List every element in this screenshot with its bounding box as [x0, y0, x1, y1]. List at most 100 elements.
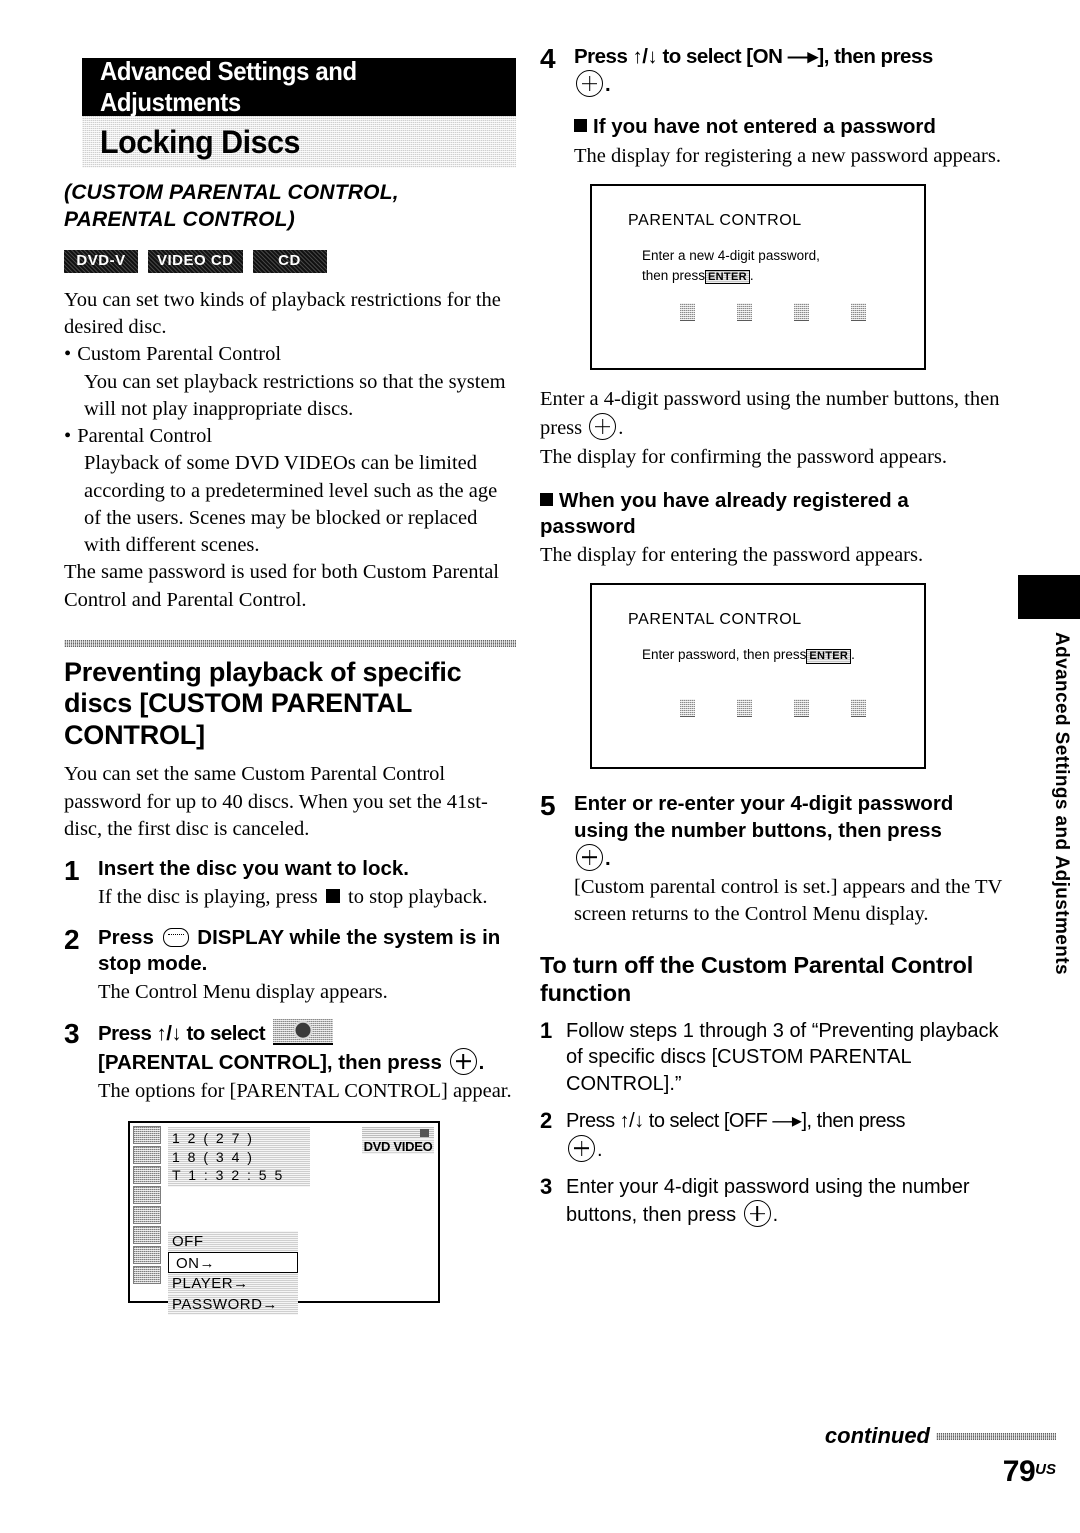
- step-4-body: Press ↑/↓ to select [ON —▸], then press …: [574, 44, 1002, 170]
- step-5-body: Enter or re-enter your 4-digit password …: [574, 791, 1002, 928]
- step-2-title: Press DISPLAY while the system is in sto…: [98, 925, 516, 977]
- osd-register-line1: Enter a new 4-digit password,: [642, 247, 820, 263]
- osd-register-line2-after: .: [749, 267, 754, 283]
- stop-icon: [325, 889, 340, 904]
- page-title-band: Locking Discs: [82, 116, 516, 168]
- right-column: 4 Press ↑/↓ to select [ON —▸], then pres…: [540, 44, 1002, 1229]
- password-slot: [737, 303, 752, 322]
- step-1-note: If the disc is playing, press to stop pl…: [98, 884, 516, 911]
- step-1-title: Insert the disc you want to lock.: [98, 857, 409, 881]
- osd-enter-password-slots: [680, 698, 924, 717]
- step-1-note-before: If the disc is playing, press: [98, 886, 318, 909]
- intro-bullet-parental-body: Playback of some DVD VIDEOs can be limit…: [84, 452, 498, 556]
- enter-button-icon: [576, 843, 603, 871]
- control-menu-chapter-number: 1 8 ( 3 4 ): [172, 1148, 254, 1165]
- control-menu-icon-cell: [133, 1186, 161, 1205]
- password-slot: [851, 698, 866, 717]
- menu-option-off[interactable]: OFF: [168, 1231, 298, 1253]
- osd-enter-title: PARENTAL CONTROL: [628, 611, 802, 629]
- turn-off-step-2-end: .: [597, 1138, 603, 1161]
- enter-button-icon: [568, 1134, 595, 1162]
- disc-badge-dvd-v: DVD-V: [64, 249, 138, 273]
- subhead-already-registered: When you have already registered a passw…: [540, 488, 1002, 540]
- osd-register-password-slots: [680, 303, 924, 322]
- step-4-title-end: .: [605, 73, 611, 97]
- password-slot: [680, 698, 695, 717]
- turn-off-step-3: 3 Enter your 4-digit password using the …: [540, 1174, 1002, 1229]
- password-slot: [680, 303, 695, 322]
- osd-enter-line1: Enter password, then press ENTER.: [642, 645, 924, 665]
- menu-option-on[interactable]: ON→: [168, 1252, 298, 1274]
- step-5-title-before: Enter or re-enter your 4-digit password …: [574, 792, 954, 842]
- control-menu-icon-cell: [133, 1126, 161, 1145]
- step-1-note-after: to stop playback.: [348, 886, 488, 909]
- disc-badge-cd: CD: [252, 249, 327, 273]
- intro-bullet-parental: • Parental Control Playback of some DVD V…: [64, 423, 516, 559]
- turn-off-step-2-body: Press ↑/↓ to select [OFF —▸], then press…: [566, 1108, 1002, 1163]
- step-3-title-after: [PARENTAL CONTROL], then press: [98, 1050, 442, 1074]
- control-menu-icon-cell: [133, 1226, 161, 1245]
- osd-register-line2-before: then press: [642, 267, 706, 283]
- step-1: 1 Insert the disc you want to lock. If t…: [64, 856, 516, 911]
- step-3-title-before: Press ↑/↓ to select: [98, 1022, 266, 1046]
- confirm-password-note: The display for confirming the password …: [540, 446, 948, 469]
- display-button-icon: [162, 927, 189, 947]
- step-5: 5 Enter or re-enter your 4-digit passwor…: [540, 791, 1002, 928]
- step-2-note: The Control Menu display appears.: [98, 981, 388, 1004]
- enter-button-icon: [576, 70, 603, 98]
- osd-register-line2: then press ENTER.: [642, 266, 924, 286]
- password-slot: [794, 303, 809, 322]
- step-4-number: 4: [540, 43, 556, 74]
- disc-badge-video-cd: VIDEO CD: [148, 249, 243, 273]
- enter-password-instruction: Enter a 4-digit password using the numbe…: [540, 386, 1002, 443]
- turn-off-step-3-number: 3: [540, 1173, 553, 1199]
- step-3: 3 Press ↑/↓ to select [PARENTAL CONTROL]…: [64, 1019, 516, 1105]
- continued-rule: [936, 1432, 1056, 1440]
- step-2-number: 2: [64, 923, 80, 955]
- bullet-mark: •: [64, 425, 72, 447]
- enter-button-icon: [449, 1047, 477, 1075]
- menu-option-player[interactable]: PLAYER→: [168, 1273, 298, 1295]
- osd-enter-line1-after: .: [851, 647, 855, 663]
- square-bullet-icon: [540, 492, 553, 506]
- section-heading: Preventing playback of specific discs [C…: [64, 656, 462, 750]
- page-subtitle-line1: (CUSTOM PARENTAL CONTROL,: [64, 181, 399, 204]
- intro-bullet-custom: • Custom Parental Control You can set pla…: [64, 341, 516, 423]
- step-4-title-before: Press ↑/↓ to select [ON —▸], then press: [574, 45, 933, 68]
- left-column: Advanced Settings and Adjustments Lockin…: [64, 56, 516, 1316]
- step-4-title: Press ↑/↓ to select [ON —▸], then press …: [574, 44, 1002, 98]
- control-menu-time: T 1 : 3 2 : 5 5: [172, 1167, 285, 1184]
- menu-option-password[interactable]: PASSWORD→: [168, 1294, 298, 1316]
- page-subtitle-line2: PARENTAL CONTROL): [64, 207, 295, 231]
- section-intro: You can set the same Custom Parental Con…: [64, 763, 488, 840]
- control-menu-title-number: 1 2 ( 2 7 ): [172, 1130, 254, 1147]
- subhead-no-password: If you have not entered a password: [574, 114, 1002, 140]
- turn-off-step-2: 2 Press ↑/↓ to select [OFF —▸], then pre…: [540, 1108, 1002, 1163]
- page-number: 79US: [825, 1455, 1056, 1489]
- turn-off-heading: To turn off the Custom Parental Control …: [540, 951, 974, 1006]
- step-3-number: 3: [64, 1018, 80, 1050]
- section-rule: [64, 639, 516, 647]
- chapter-band-label: Advanced Settings and Adjustments: [100, 56, 357, 117]
- disc-badge-row: DVD-V VIDEO CD CD: [64, 249, 516, 273]
- turn-off-step-1-text: Follow steps 1 through 3 of “Preventing …: [566, 1020, 999, 1095]
- step-3-note: The options for [PARENTAL CONTROL] appea…: [98, 1079, 512, 1102]
- chapter-band: Advanced Settings and Adjustments: [82, 56, 516, 117]
- intro-paragraph: You can set two kinds of playback restri…: [64, 288, 501, 338]
- bullet-mark: •: [64, 343, 72, 366]
- control-menu-icon-cell: [133, 1266, 161, 1285]
- osd-register-password: PARENTAL CONTROL Enter a new 4-digit pas…: [590, 183, 926, 370]
- step-3-body: Press ↑/↓ to select [PARENTAL CONTROL], …: [98, 1019, 516, 1105]
- step-5-note: [Custom parental control is set.] appear…: [574, 876, 1002, 926]
- control-menu-icon-cell: [133, 1246, 161, 1265]
- subhead-no-password-body: The display for registering a new passwo…: [574, 144, 1001, 167]
- page-footer: continued 79US: [825, 1423, 1056, 1489]
- control-menu-disc-label: DVD VIDEO: [362, 1139, 434, 1155]
- step-1-number: 1: [64, 855, 80, 887]
- page-number-suffix: US: [1035, 1461, 1056, 1478]
- step-5-title-end: .: [605, 846, 611, 870]
- step-2: 2 Press DISPLAY while the system is in s…: [64, 925, 516, 1007]
- control-menu-icon-cell: [133, 1166, 161, 1185]
- enter-password-instruction-end: .: [618, 417, 624, 440]
- password-slot: [794, 698, 809, 717]
